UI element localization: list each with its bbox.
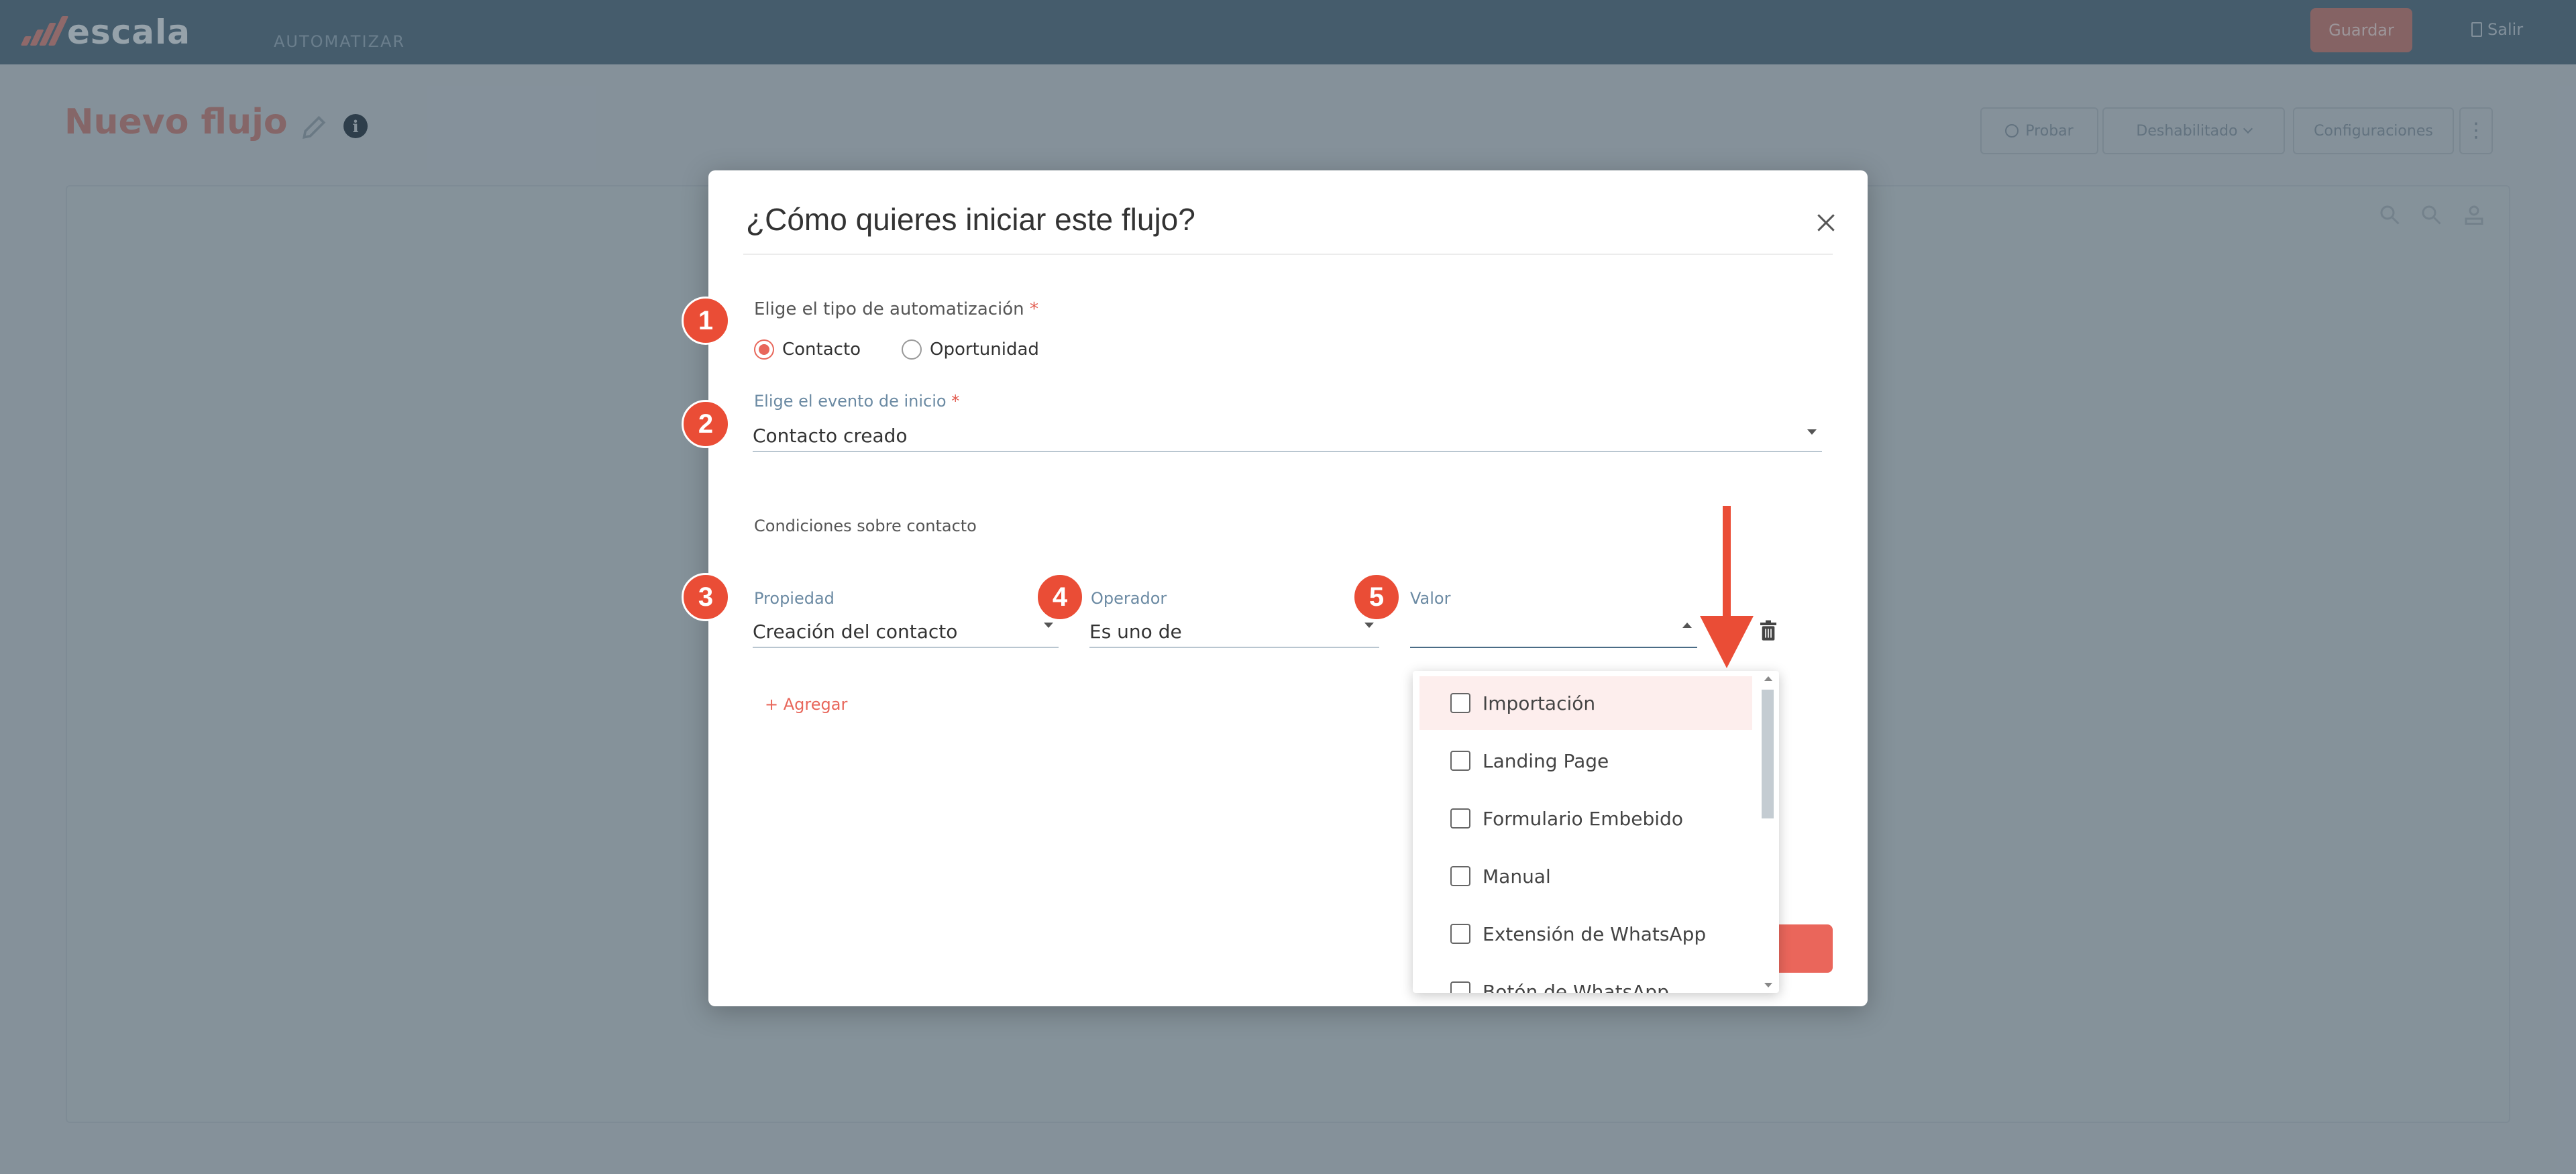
caret-down-icon [1807,429,1817,435]
scrollbar-thumb[interactable] [1762,690,1774,818]
step-badge-3: 3 [682,573,730,621]
trash-icon[interactable] [1759,620,1778,641]
scroll-down-icon[interactable] [1764,983,1772,988]
automation-type-label: Elige el tipo de automatización * [754,299,1038,319]
operator-value: Es uno de [1089,621,1182,643]
radio-unchecked-icon [902,339,922,360]
checkbox-icon[interactable] [1450,808,1470,829]
conditions-label: Condiciones sobre contacto [754,517,977,535]
radio-checked-icon [754,339,774,360]
option-label: Landing Page [1483,749,1609,772]
option-boton-whatsapp[interactable]: Botón de WhatsApp [1419,965,1752,993]
operator-select[interactable]: Es uno de [1089,610,1379,648]
property-label: Propiedad [754,589,835,608]
arrow-down-annotation-icon [1700,506,1754,668]
modal-title: ¿Cómo quieres iniciar este flujo? [746,202,1195,237]
option-label: Extensión de WhatsApp [1483,922,1707,945]
value-options-dropdown: Importación Landing Page Formulario Embe… [1413,671,1779,993]
radio-label: Oportunidad [930,339,1039,360]
option-extension-whatsapp[interactable]: Extensión de WhatsApp [1419,907,1752,961]
value-select[interactable] [1410,610,1697,648]
option-landing-page[interactable]: Landing Page [1419,734,1752,788]
checkbox-icon[interactable] [1450,693,1470,713]
start-event-select[interactable]: Contacto creado [753,416,1822,452]
step-badge-4: 4 [1036,573,1084,621]
checkbox-icon[interactable] [1450,924,1470,944]
start-event-label-text: Elige el evento de inicio [754,392,947,411]
value-label: Valor [1410,589,1451,608]
step-badge-1: 1 [682,297,730,345]
option-label: Formulario Embebido [1483,807,1683,830]
required-mark: * [951,392,960,411]
property-select[interactable]: Creación del contacto [753,610,1059,648]
required-mark: * [1029,299,1038,319]
option-formulario-embebido[interactable]: Formulario Embebido [1419,792,1752,845]
checkbox-icon[interactable] [1450,866,1470,886]
start-event-value: Contacto creado [753,425,908,447]
step-badge-5: 5 [1352,573,1401,621]
option-label: Manual [1483,865,1551,888]
option-label: Botón de WhatsApp [1483,980,1669,994]
option-label: Importación [1483,692,1596,714]
caret-down-icon [1364,623,1374,628]
scroll-up-icon[interactable] [1764,676,1772,681]
radio-contacto[interactable]: Contacto [754,339,861,360]
option-manual[interactable]: Manual [1419,849,1752,903]
radio-oportunidad[interactable]: Oportunidad [902,339,1039,360]
step-badge-2: 2 [682,400,730,448]
close-icon[interactable] [1813,209,1839,236]
caret-down-icon [1044,623,1053,628]
operator-label: Operador [1091,589,1167,608]
property-value: Creación del contacto [753,621,958,643]
automation-type-label-text: Elige el tipo de automatización [754,299,1024,319]
add-condition-link[interactable]: + Agregar [765,695,847,714]
option-importacion[interactable]: Importación [1419,676,1752,730]
checkbox-icon[interactable] [1450,751,1470,771]
start-event-label: Elige el evento de inicio * [754,392,959,411]
modal-divider [743,254,1833,255]
caret-up-icon [1682,623,1692,628]
checkbox-icon[interactable] [1450,981,1470,993]
continue-button[interactable] [1771,924,1833,973]
radio-label: Contacto [782,339,861,360]
